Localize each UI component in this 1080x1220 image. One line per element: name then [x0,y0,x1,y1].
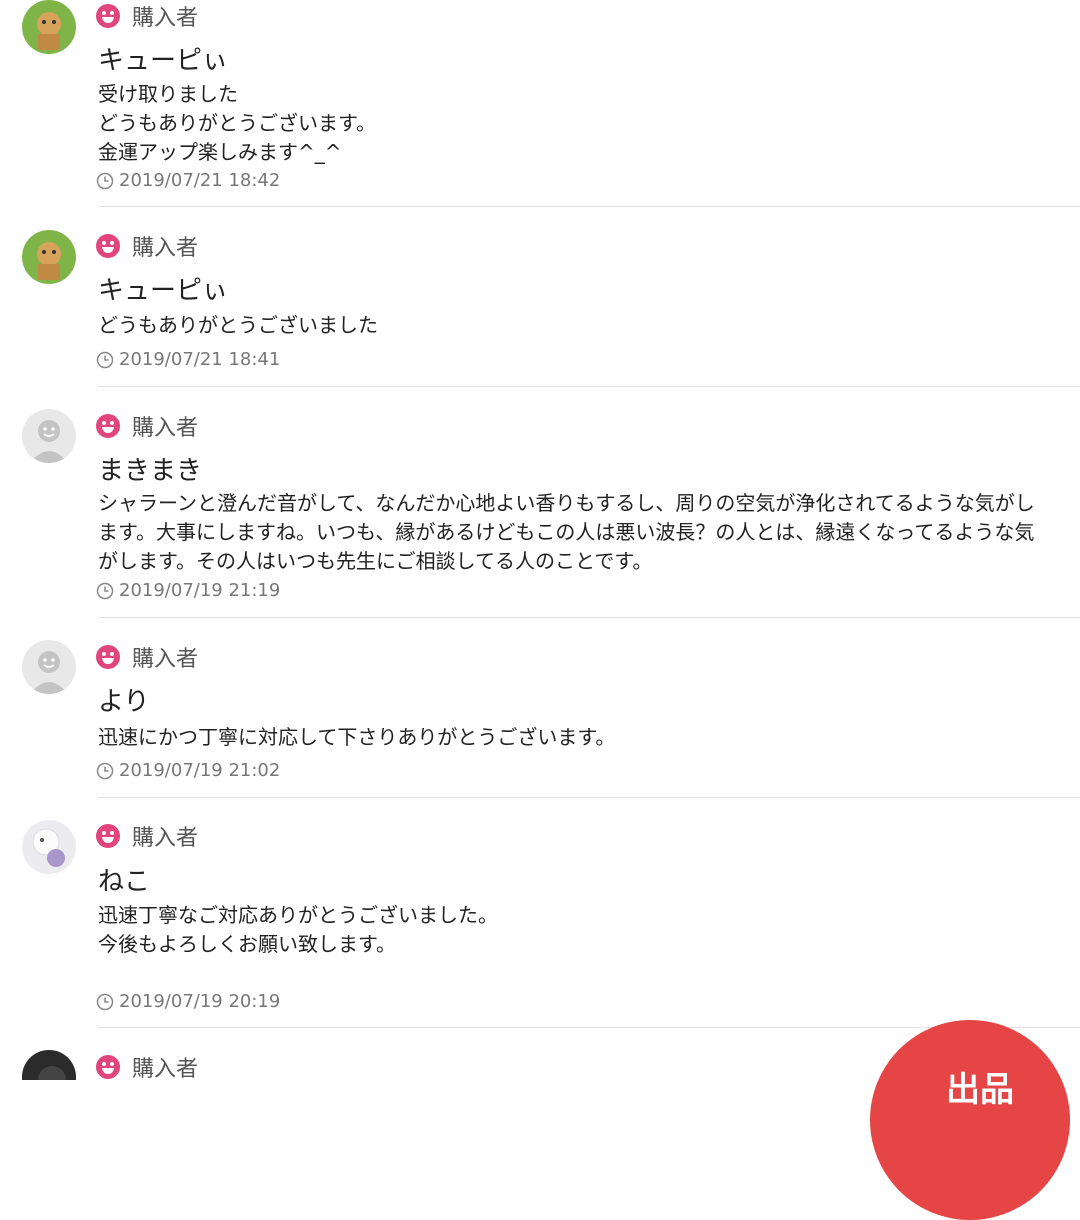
role-label: 購入者 [132,826,199,851]
comment-text: 迅速にかつ丁寧に対応して下さりありがとうございます。 [98,725,616,749]
timestamp: 2019/07/19 20:19 [96,991,280,1012]
clock-icon [96,172,114,189]
default-avatar-icon [22,640,76,694]
smiley-icon [96,234,120,258]
timestamp: 2019/07/19 21:19 [96,580,280,601]
timestamp-text: 2019/07/19 21:19 [119,580,281,601]
clock-icon [96,351,114,368]
avatar[interactable] [22,230,76,284]
divider [98,206,1080,207]
timestamp-text: 2019/07/19 20:19 [119,991,281,1012]
timestamp: 2019/07/19 21:02 [96,760,280,781]
buyer-badge: 購入者 [96,1,198,31]
role-label: 購入者 [132,416,199,441]
role-label: 購入者 [132,236,199,261]
buyer-badge: 購入者 [96,231,198,261]
user-name[interactable]: キューピぃ [98,270,228,307]
role-label: 購入者 [132,1057,199,1082]
divider [98,617,1080,618]
default-avatar-icon [22,409,76,463]
role-label: 購入者 [132,647,199,672]
timestamp: 2019/07/21 18:42 [96,170,280,191]
comment-text: どうもありがとうございました [98,313,378,337]
clock-icon [96,582,114,599]
user-name[interactable]: まきまき [98,450,202,487]
timestamp-text: 2019/07/19 21:02 [119,760,281,781]
avatar[interactable] [22,1050,76,1080]
photo-avatar-icon [22,230,76,284]
buyer-badge: 購入者 [96,642,198,672]
user-name[interactable]: より [98,681,149,718]
timestamp-text: 2019/07/21 18:41 [119,349,281,370]
divider [98,797,1080,798]
photo-avatar-icon [22,0,76,54]
timestamp: 2019/07/21 18:41 [96,349,280,370]
comment-text: 受け取りました どうもありがとうございます。 金運アップ楽しみます^_^ [98,82,376,164]
avatar[interactable] [22,409,76,463]
comment-text: シャラーンと澄んだ音がして、なんだか心地よい香りもするし、周りの空気が浄化されて… [98,491,1035,573]
smiley-icon [96,645,120,669]
sell-button-label: 出品 [946,1070,1014,1110]
buyer-badge: 購入者 [96,821,198,851]
clock-icon [96,993,114,1010]
photo-avatar-icon [22,1050,76,1080]
avatar[interactable] [22,820,76,874]
sell-button[interactable]: 出品 [870,1020,1070,1220]
user-name[interactable]: ねこ [98,861,150,898]
avatar[interactable] [22,0,76,54]
timestamp-text: 2019/07/21 18:42 [119,170,281,191]
divider [98,386,1080,387]
photo-avatar-icon [22,820,76,874]
smiley-icon [96,414,120,438]
buyer-badge: 購入者 [96,1052,198,1082]
smiley-icon [96,824,120,848]
comment-text: 迅速丁寧なご対応ありがとうございました。 今後もよろしくお願い致します。 [98,903,498,956]
smiley-icon [96,4,120,28]
avatar[interactable] [22,640,76,694]
smiley-icon [96,1055,120,1079]
clock-icon [96,762,114,779]
user-name[interactable]: キューピぃ [98,40,228,77]
role-label: 購入者 [132,6,199,31]
buyer-badge: 購入者 [96,411,198,441]
